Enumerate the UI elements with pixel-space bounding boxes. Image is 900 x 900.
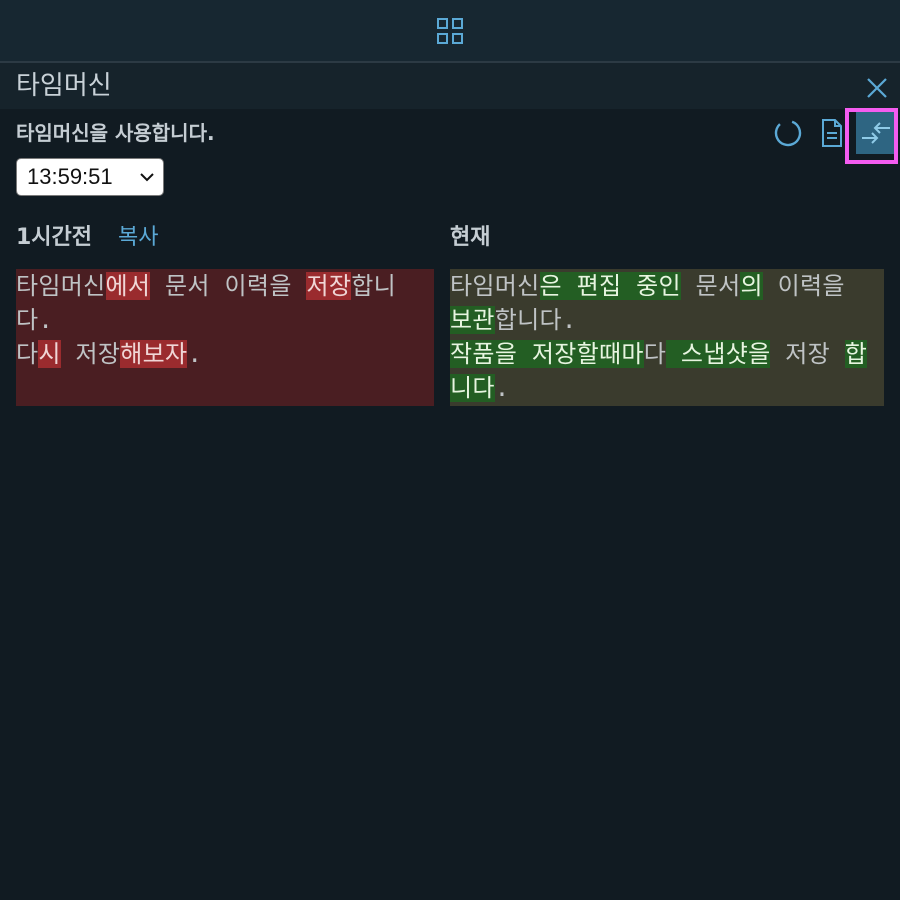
inserted-text: 스냅샷을 <box>666 340 771 368</box>
diff-line: 타임머신은 편집 중인 문서의 이력을 보관합니다. <box>450 269 880 337</box>
top-bar <box>0 0 900 63</box>
unchanged-text: 다 <box>16 340 39 368</box>
deleted-text: 저장 <box>306 272 352 300</box>
unchanged-text: 합니다. <box>494 306 577 334</box>
unchanged-text: 다 <box>643 340 667 368</box>
diff-line: 다시 저장해보자. <box>16 337 430 371</box>
unchanged-text: 저장 <box>770 340 845 368</box>
unchanged-text: . <box>187 340 203 368</box>
inserted-text: 은 편집 중인 <box>539 272 681 300</box>
unchanged-text: 타임머신 <box>450 272 540 300</box>
copy-link[interactable]: 복사 <box>118 222 158 254</box>
panel-header: 타임머신 <box>0 63 900 109</box>
chevron-down-icon <box>140 173 154 182</box>
unchanged-text: 이력을 <box>762 272 860 300</box>
panel-subtitle: 타임머신을 사용합니다. <box>16 121 215 145</box>
unchanged-text: 저장 <box>60 340 121 368</box>
inserted-text: 의 <box>740 272 763 300</box>
deleted-text: 시 <box>38 340 61 368</box>
diff-current-panel: 타임머신은 편집 중인 문서의 이력을 보관합니다. 작품을 저장할때마다 스냅샷… <box>450 269 884 406</box>
unchanged-text: . <box>494 374 510 402</box>
close-icon[interactable] <box>864 75 890 101</box>
time-select-value: 13:59:51 <box>27 164 113 189</box>
compare-button[interactable] <box>856 112 896 154</box>
unchanged-text: 문서 이력을 <box>150 272 307 300</box>
left-column-title: 1시간전 <box>16 225 93 250</box>
panel-title: 타임머신 <box>16 71 112 101</box>
apps-grid-icon[interactable] <box>437 17 463 44</box>
diff-line: 타임머신에서 문서 이력을 저장합니다. <box>16 269 430 337</box>
time-select[interactable]: 13:59:51 <box>16 158 164 196</box>
inserted-text: 작품을 저장할때마 <box>450 340 644 368</box>
diff-previous-panel: 타임머신에서 문서 이력을 저장합니다. 다시 저장해보자. <box>16 269 434 406</box>
inserted-text: 보관 <box>450 306 495 334</box>
right-column-title: 현재 <box>450 225 491 250</box>
unchanged-text: 타임머신 <box>16 272 106 300</box>
history-icon <box>774 119 802 147</box>
compare-arrows-icon <box>862 122 890 144</box>
document-button[interactable] <box>812 113 852 153</box>
document-icon <box>822 119 842 147</box>
history-button[interactable] <box>768 113 808 153</box>
deleted-text: 해보자 <box>120 340 188 368</box>
unchanged-text: 문서 <box>680 272 741 300</box>
diff-line: 작품을 저장할때마다 스냅샷을 저장 합니다. <box>450 337 880 405</box>
deleted-text: 에서 <box>105 272 151 300</box>
